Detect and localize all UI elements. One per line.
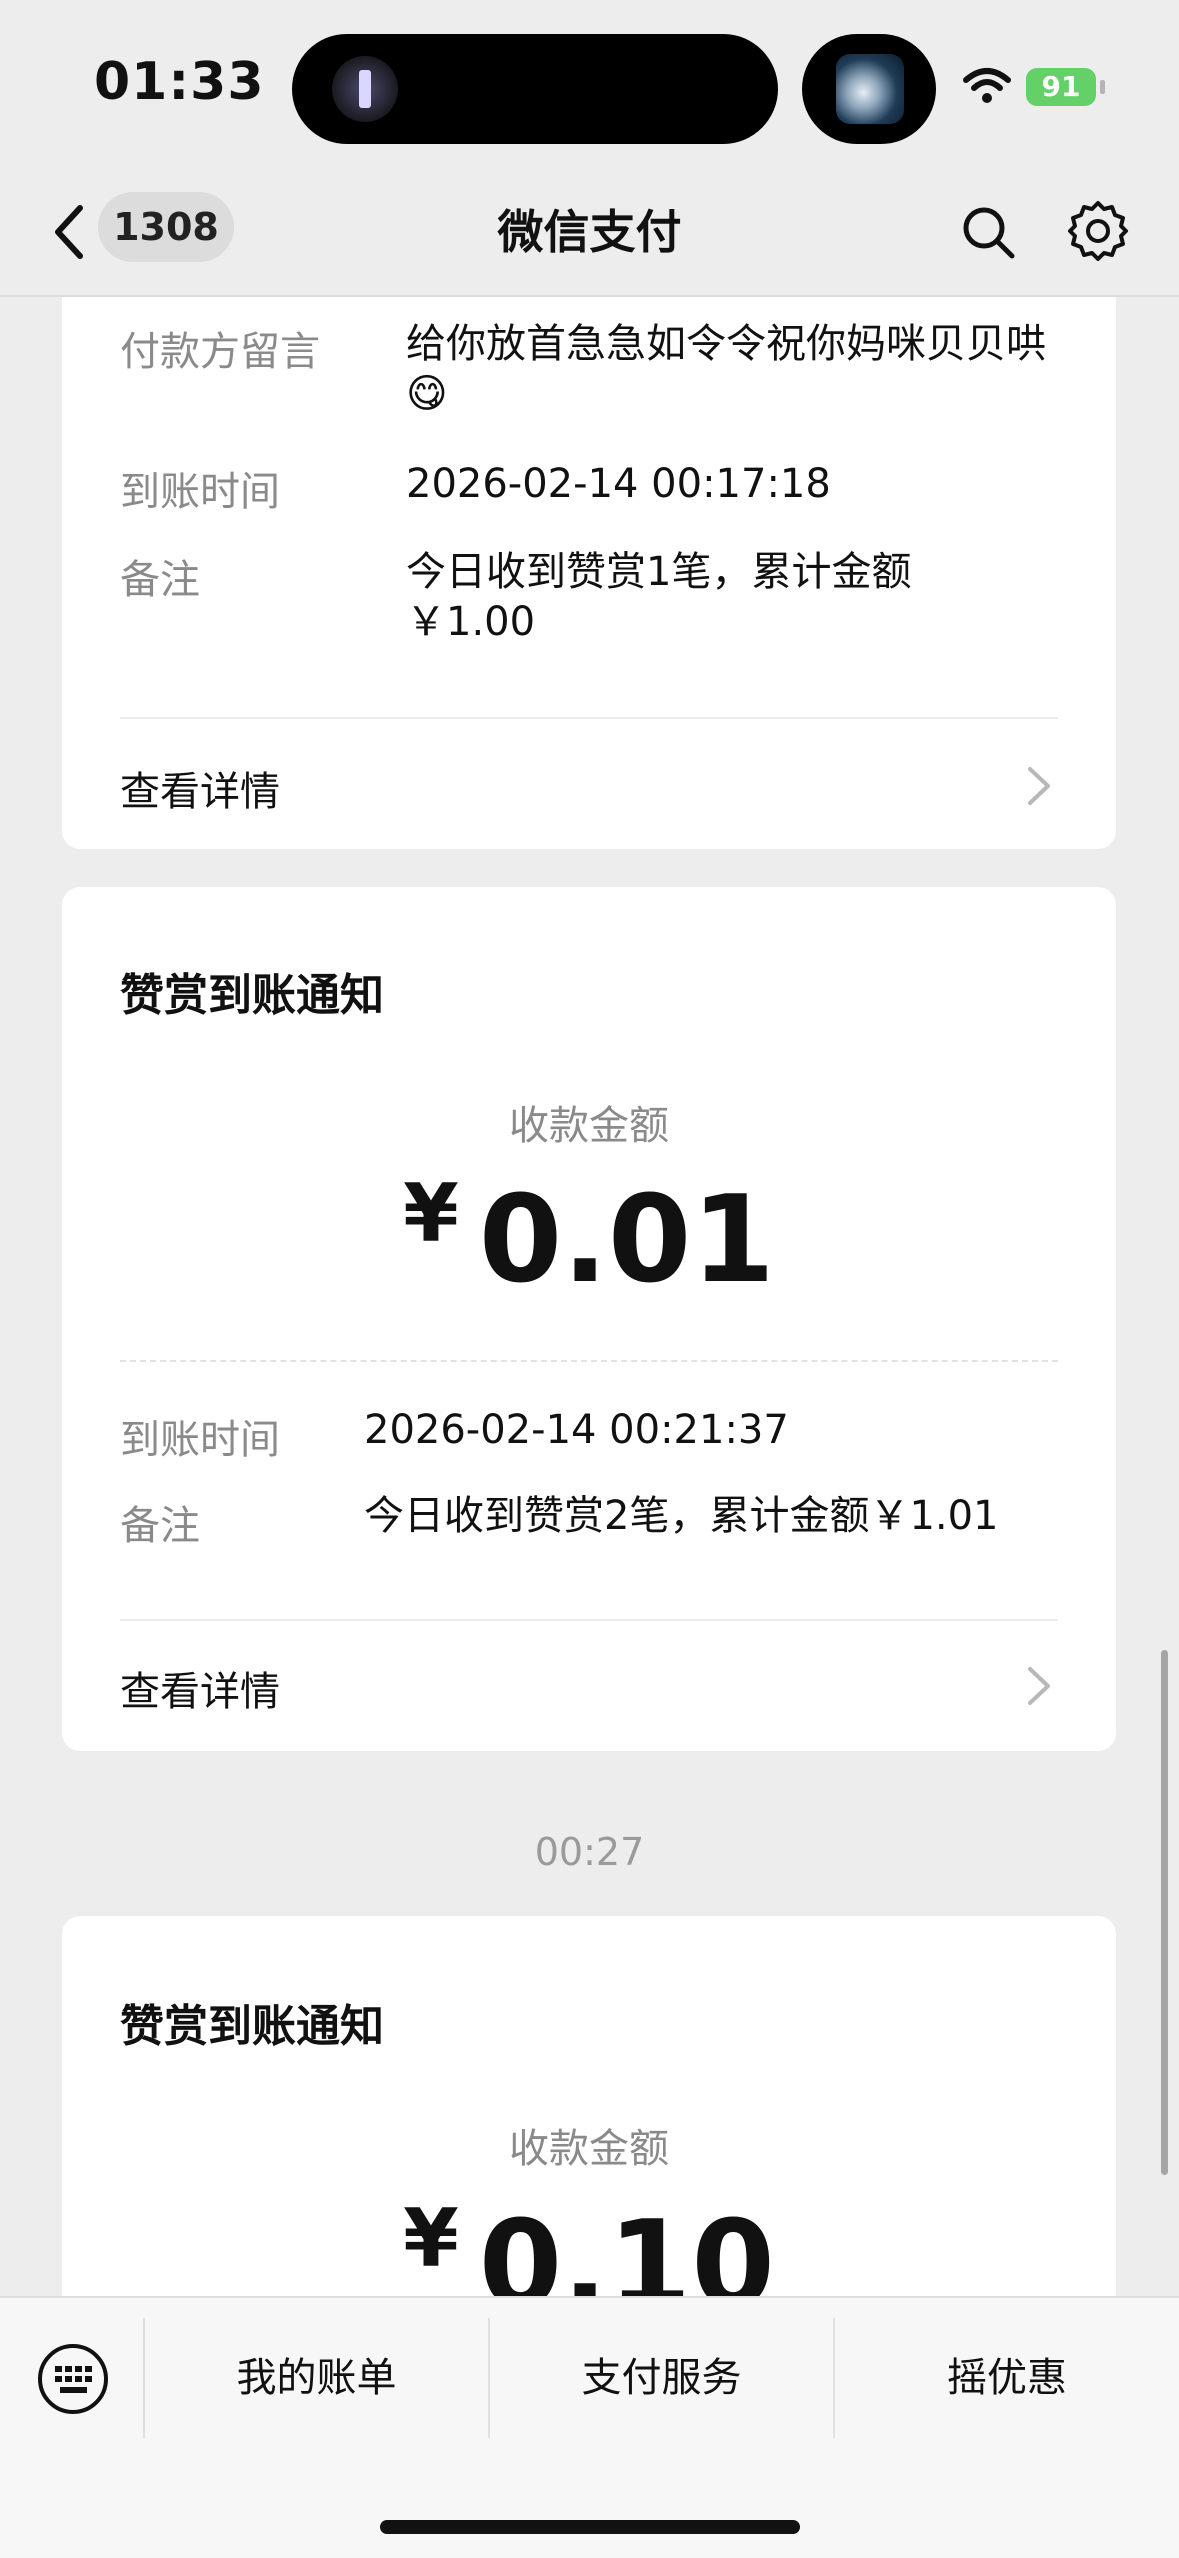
battery-indicator: 91 xyxy=(1026,68,1096,106)
view-details-link[interactable]: 查看详情 xyxy=(120,759,280,817)
view-details-link[interactable]: 查看详情 xyxy=(120,1659,280,1717)
remark-value: 今日收到赞赏1笔，累计金额 ￥1.00 xyxy=(406,549,912,645)
amount-value: ¥0.01 xyxy=(62,1167,1116,1310)
chevron-right-icon xyxy=(1028,767,1050,805)
amount-label: 收款金额 xyxy=(509,1103,669,1149)
arrival-time-value: 2026-02-14 00:17:18 xyxy=(406,461,831,507)
scrollbar[interactable] xyxy=(1161,1650,1168,2175)
currency-symbol: ¥ xyxy=(403,2192,459,2285)
arrival-time-label: 到账时间 xyxy=(120,1417,280,1463)
payment-notice-card: 付款方留言 给你放首急急如令令祝你妈咪贝贝哄😋 到账时间 2026-02-14 … xyxy=(62,297,1116,849)
payer-message-value: 给你放首急急如令令祝你妈咪贝贝哄😋 xyxy=(406,321,1046,417)
chevron-right-icon xyxy=(1028,1667,1050,1705)
currency-symbol: ¥ xyxy=(403,1167,459,1260)
reward-notice-card: 赞赏到账通知 收款金额 ¥0.10 xyxy=(62,1916,1116,2336)
nav-bar: 1308 微信支付 xyxy=(0,170,1179,297)
divider xyxy=(120,1619,1058,1621)
flashlight-icon xyxy=(332,56,398,122)
divider xyxy=(120,717,1058,719)
remark-label: 备注 xyxy=(120,557,200,603)
menu-payment-services[interactable]: 支付服务 xyxy=(490,2318,833,2438)
card-title: 赞赏到账通知 xyxy=(120,970,384,1021)
home-indicator[interactable] xyxy=(380,2520,800,2534)
battery-level: 91 xyxy=(1041,70,1081,103)
bottom-menu: 我的账单 支付服务 摇优惠 xyxy=(0,2296,1179,2558)
payer-message-label: 付款方留言 xyxy=(120,329,320,375)
battery-cap xyxy=(1100,80,1105,94)
remark-value: 今日收到赞赏2笔，累计金额￥1.01 xyxy=(364,1493,999,1539)
live-activity-island xyxy=(802,34,936,144)
reward-notice-card: 赞赏到账通知 收款金额 ¥0.01 到账时间 2026-02-14 00:21:… xyxy=(62,887,1116,1751)
app-thumbnail xyxy=(836,54,904,124)
dynamic-island xyxy=(292,34,778,144)
status-time: 01:33 xyxy=(94,52,265,112)
message-timestamp: 00:27 xyxy=(534,1830,645,1874)
menu-shake-offers[interactable]: 摇优惠 xyxy=(835,2318,1179,2438)
gear-icon[interactable] xyxy=(1066,198,1130,264)
wifi-icon xyxy=(963,68,1011,103)
amount-number: 0.01 xyxy=(478,1171,775,1310)
amount-label: 收款金额 xyxy=(509,2126,669,2172)
menu-my-bills[interactable]: 我的账单 xyxy=(145,2318,488,2438)
arrival-time-label: 到账时间 xyxy=(120,469,280,515)
card-title: 赞赏到账通知 xyxy=(120,2001,384,2052)
remark-label: 备注 xyxy=(120,1503,200,1549)
dashed-divider xyxy=(120,1360,1058,1362)
search-icon[interactable] xyxy=(956,200,1020,264)
arrival-time-value: 2026-02-14 00:21:37 xyxy=(364,1407,789,1453)
keyboard-icon[interactable] xyxy=(36,2342,110,2416)
